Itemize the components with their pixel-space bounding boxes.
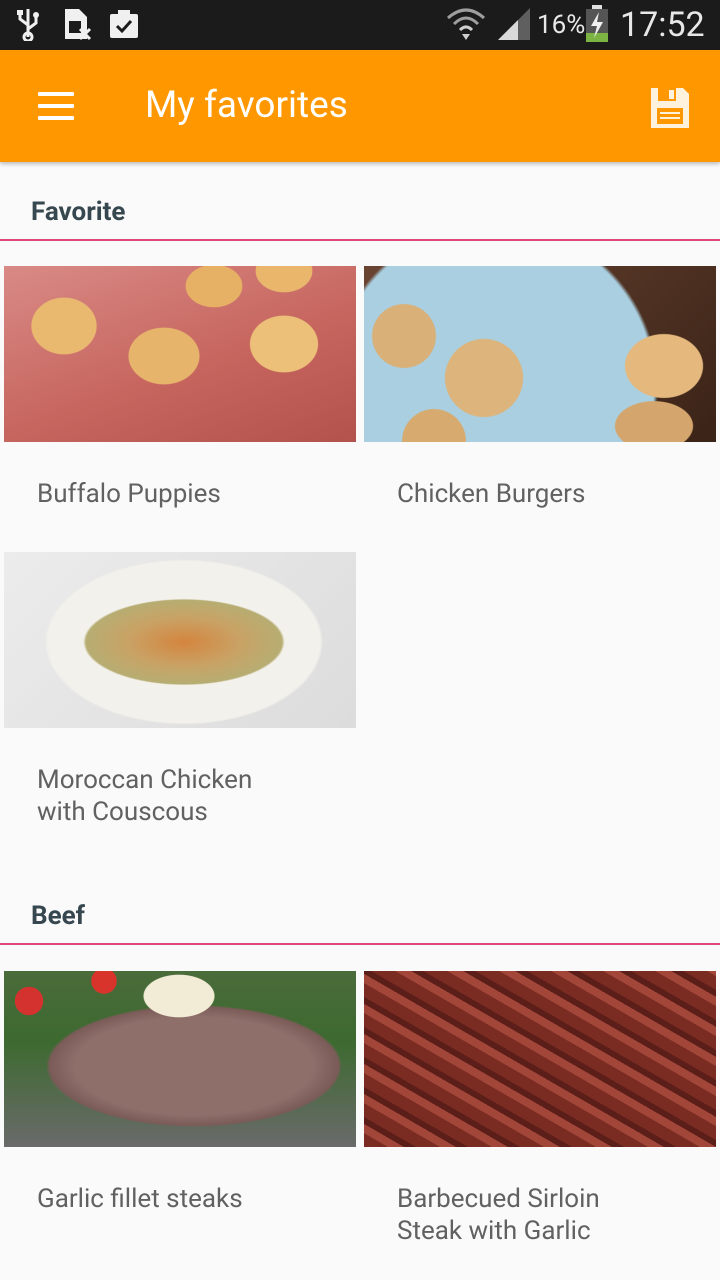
- recipe-image: [4, 971, 356, 1147]
- signal-icon: [496, 6, 532, 42]
- recipe-image: [364, 971, 716, 1147]
- menu-icon-bar: [38, 116, 74, 120]
- recipe-card[interactable]: Garlic fillet steaks: [4, 971, 356, 1261]
- section-divider: [0, 943, 720, 945]
- page-title: My favorites: [145, 84, 348, 127]
- recipe-card[interactable]: Moroccan Chicken with Couscous: [4, 552, 356, 852]
- section-divider: [0, 239, 720, 241]
- recipe-title: Buffalo Puppies: [37, 479, 221, 509]
- recipe-card[interactable]: Barbecued Sirloin Steak with Garlic: [364, 971, 716, 1261]
- sim-off-icon: [62, 6, 92, 42]
- menu-button[interactable]: [28, 78, 84, 134]
- battery-percentage: 16%: [537, 10, 586, 40]
- recipe-image: [4, 266, 356, 442]
- section-title-beef: Beef: [31, 901, 85, 931]
- recipe-title: Moroccan Chicken with Couscous: [37, 765, 253, 827]
- wifi-icon: [446, 6, 486, 42]
- save-icon: [651, 88, 689, 128]
- battery-charging-icon: [584, 5, 610, 42]
- save-button[interactable]: [642, 80, 698, 136]
- recipe-card[interactable]: Buffalo Puppies: [4, 266, 356, 536]
- recipe-image: [364, 266, 716, 442]
- menu-icon-bar: [38, 104, 74, 108]
- usb-icon: [16, 6, 40, 42]
- clipboard-check-icon: [108, 6, 140, 42]
- recipe-title: Chicken Burgers: [397, 479, 586, 509]
- menu-icon-bar: [38, 92, 74, 96]
- recipe-title: Garlic fillet steaks: [37, 1184, 243, 1214]
- clock: 17:52: [620, 5, 705, 45]
- recipe-card[interactable]: Chicken Burgers: [364, 266, 716, 536]
- status-bar: 16% 17:52: [0, 0, 720, 50]
- app-bar: My favorites: [0, 50, 720, 162]
- recipe-image: [4, 552, 356, 728]
- recipe-title: Barbecued Sirloin Steak with Garlic: [397, 1184, 600, 1246]
- section-title-favorite: Favorite: [31, 197, 126, 227]
